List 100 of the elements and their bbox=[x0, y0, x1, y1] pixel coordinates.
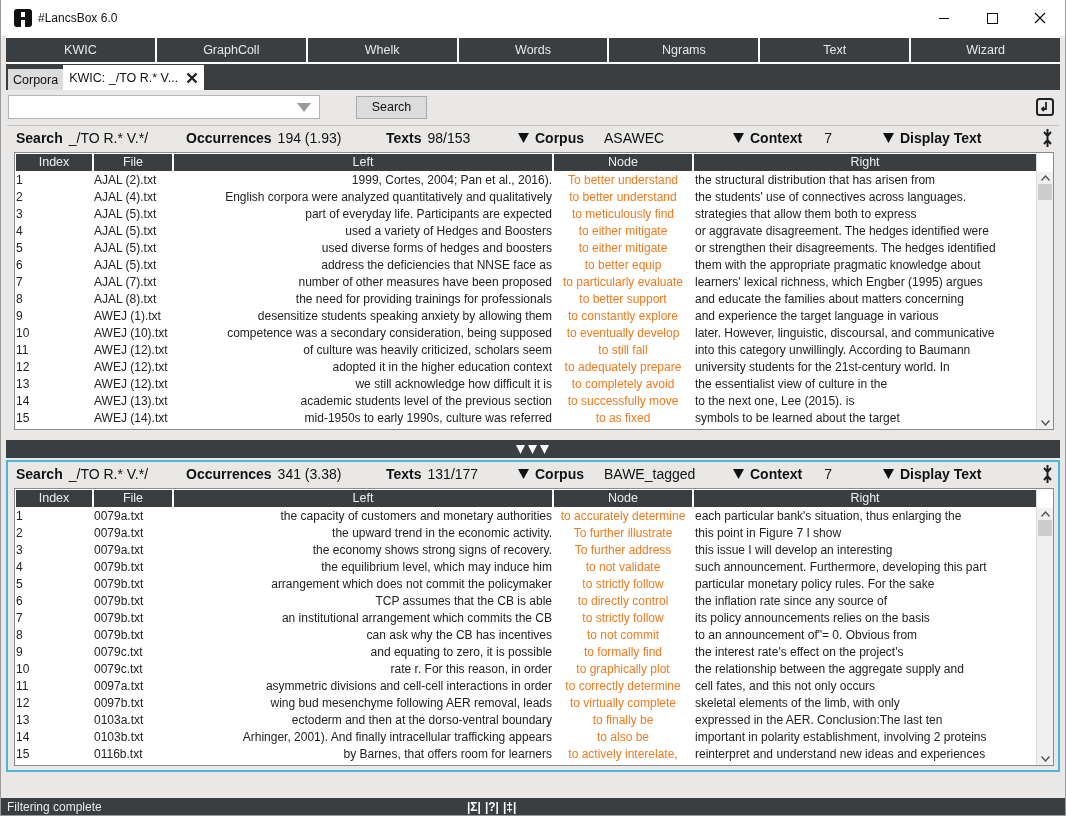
table-cell-text: its policy announcements relies on the basis bbox=[694, 610, 931, 627]
module-tab[interactable]: Whelk bbox=[307, 38, 457, 62]
scrollbar[interactable] bbox=[1037, 508, 1053, 765]
column-header[interactable]: Left bbox=[174, 154, 552, 171]
field-value: 7 bbox=[824, 466, 832, 482]
table-cell-text: the structural distribution that has arisen from bbox=[694, 172, 937, 189]
scroll-down-icon[interactable] bbox=[1040, 756, 1050, 762]
table-cell-text: of culture was heavily criticized, scholars seem bbox=[302, 342, 552, 359]
module-tab[interactable]: Wizard bbox=[911, 38, 1060, 62]
dropdown-toggle[interactable]: Context bbox=[733, 130, 803, 146]
table-cell-text: 15 bbox=[16, 746, 31, 763]
field-value: 194 (1.93) bbox=[277, 130, 342, 146]
table-cell-text: wing bud mesenchyme following AER removal, leads bbox=[269, 695, 552, 712]
table-cell-text: to constantly explore bbox=[566, 308, 680, 325]
pin-icon[interactable] bbox=[1043, 129, 1052, 147]
field-label: Texts bbox=[386, 466, 422, 482]
table-cell-text: to formally find bbox=[583, 644, 663, 661]
table-cell-text: expressed in the AER. Conclusion:The last ten bbox=[694, 712, 944, 729]
dropdown-toggle[interactable]: Corpus bbox=[518, 130, 584, 146]
table-cell-text: to virtually complete bbox=[568, 695, 677, 712]
column-header[interactable]: Index bbox=[16, 154, 92, 171]
caret-icon[interactable] bbox=[733, 133, 744, 143]
module-tab[interactable]: KWIC bbox=[6, 38, 155, 62]
table-cell-text: mid-1950s to early 1990s, culture was referred bbox=[303, 410, 552, 427]
export-icon[interactable] bbox=[1036, 98, 1054, 116]
document-tab[interactable]: KWIC: _/TO R.* V... bbox=[63, 65, 205, 90]
table-cell-text: desensitize students speaking anxiety by allowing them bbox=[256, 308, 552, 325]
caret-icon[interactable] bbox=[733, 469, 744, 479]
caret-icon[interactable] bbox=[883, 469, 894, 479]
table-cell-text: 0103a.txt bbox=[94, 712, 145, 729]
table-cell-text: 2 bbox=[16, 525, 24, 542]
table-cell-text: to eventually develop bbox=[565, 325, 681, 342]
document-tab[interactable]: Corpora bbox=[8, 69, 64, 90]
table-cell-text: the need for providing trainings for professionals bbox=[294, 291, 552, 308]
field-value: _/TO R.* V.*/ bbox=[68, 466, 149, 482]
scroll-down-icon[interactable] bbox=[1040, 420, 1050, 426]
table-cell-text: AWEJ (14).txt bbox=[94, 410, 169, 427]
column-header[interactable]: Node bbox=[554, 154, 692, 171]
column-header[interactable]: Right bbox=[694, 154, 1036, 171]
table-cell-text: 0079c.txt bbox=[94, 644, 144, 661]
status-tool[interactable]: |‡| bbox=[502, 799, 517, 814]
table-cell-text: 0079b.txt bbox=[94, 610, 145, 627]
scroll-up-icon[interactable] bbox=[1040, 175, 1050, 181]
field-value: 131/177 bbox=[427, 466, 479, 482]
column-header[interactable]: Right bbox=[694, 490, 1036, 507]
table-cell-text: to as fixed bbox=[594, 410, 652, 427]
table-cell-text: to either mitigate bbox=[577, 223, 669, 240]
caret-icon[interactable] bbox=[518, 133, 529, 143]
table-cell-text: 1 bbox=[16, 508, 24, 525]
column-header[interactable]: Left bbox=[174, 490, 552, 507]
module-tab[interactable]: Ngrams bbox=[609, 38, 759, 62]
status-tool[interactable]: |?| bbox=[484, 799, 499, 814]
scrollbar[interactable] bbox=[1037, 172, 1053, 429]
search-button[interactable]: Search bbox=[356, 95, 427, 119]
table-cell-text: to also be bbox=[595, 729, 650, 746]
table-cell-text: to adequately prepare bbox=[563, 359, 683, 376]
dropdown-toggle[interactable]: Context bbox=[733, 466, 803, 482]
table-cell-text: to strictly follow bbox=[581, 610, 665, 627]
module-tab[interactable]: Words bbox=[458, 38, 608, 62]
caret-icon[interactable] bbox=[518, 469, 529, 479]
field-label: Occurrences bbox=[186, 466, 272, 482]
pin-icon[interactable] bbox=[1043, 465, 1052, 483]
table-cell-text: AJAL (2).txt bbox=[94, 172, 158, 189]
scrollbar-thumb[interactable] bbox=[1038, 184, 1052, 200]
table-cell-text: to directly control bbox=[576, 593, 670, 610]
caret-icon[interactable] bbox=[883, 133, 894, 143]
table-cell-text: 5 bbox=[16, 240, 24, 257]
table-cell-text: we still acknowledge how difficult it is bbox=[354, 376, 552, 393]
table-cell-text: by Barnes, that offers room for learners bbox=[342, 746, 552, 763]
table-cell-text: such announcement. Furthermore, developing this part bbox=[694, 559, 988, 576]
table-cell-text: this issue I will develop an interesting bbox=[694, 542, 894, 559]
table-cell-text: 6 bbox=[16, 593, 24, 610]
table-cell-text: 0103b.txt bbox=[94, 729, 145, 746]
column-header[interactable]: Index bbox=[16, 490, 92, 507]
table-cell-text: TCP assumes that the CB is able bbox=[374, 593, 552, 610]
column-header[interactable]: Node bbox=[554, 490, 692, 507]
table-cell-text: to finally be bbox=[591, 712, 655, 729]
module-tab[interactable]: GraphColl bbox=[156, 38, 306, 62]
status-tool[interactable]: |Σ| bbox=[467, 799, 481, 814]
triangles-icon[interactable] bbox=[516, 444, 550, 454]
table-cell-text: 1999, Cortes, 2004; Pan et al., 2016). bbox=[350, 172, 552, 189]
table-cell-text: academic students level of the previous section bbox=[299, 393, 552, 410]
scrollbar-thumb[interactable] bbox=[1038, 520, 1052, 536]
table-cell-text: AJAL (5).txt bbox=[94, 206, 158, 223]
field-label: Search bbox=[16, 130, 63, 146]
table-cell-text: the economy shows strong signs of recovery. bbox=[311, 542, 552, 559]
close-icon[interactable] bbox=[186, 71, 199, 84]
column-header[interactable]: File bbox=[94, 154, 172, 171]
module-tab[interactable]: Text bbox=[760, 38, 910, 62]
dropdown-toggle[interactable]: Display Text bbox=[883, 466, 982, 482]
scroll-up-icon[interactable] bbox=[1040, 511, 1050, 517]
table-cell-text: AJAL (5).txt bbox=[94, 240, 158, 257]
table-cell-text: number of other measures have been proposed bbox=[297, 274, 552, 291]
dropdown-toggle[interactable]: Corpus bbox=[518, 466, 584, 482]
table-cell-text: 0079c.txt bbox=[94, 661, 144, 678]
table-cell-text: can ask why the CB has incentives bbox=[365, 627, 552, 644]
column-header[interactable]: File bbox=[94, 490, 172, 507]
dropdown-toggle[interactable]: Display Text bbox=[883, 130, 982, 146]
table-cell-text: adopted it in the higher education context bbox=[331, 359, 552, 376]
table-cell-text: important in polarity establishment, involving 2 proteins bbox=[694, 729, 988, 746]
